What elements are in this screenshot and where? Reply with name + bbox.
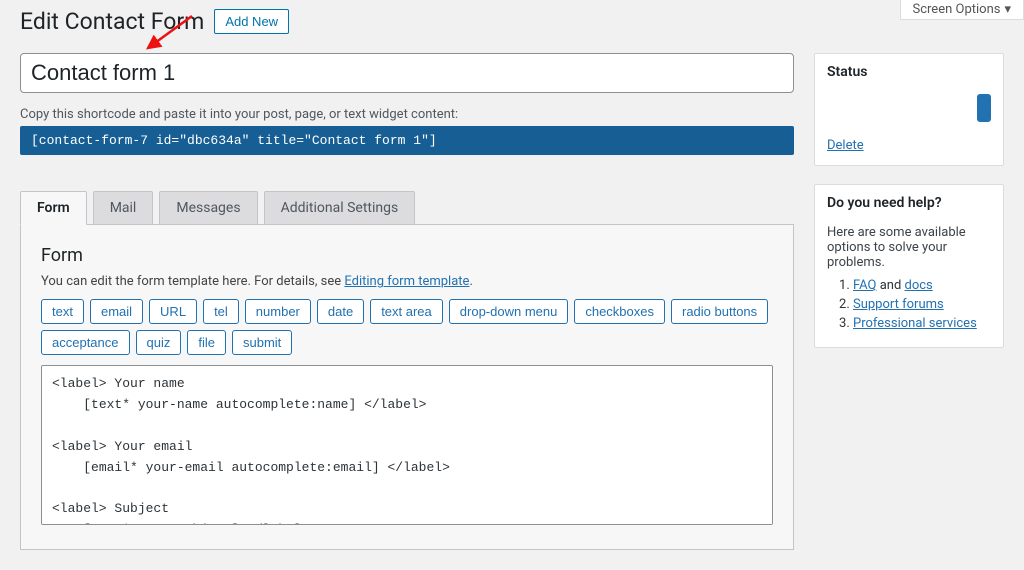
help-link[interactable]: docs bbox=[905, 278, 933, 293]
tag-email-button[interactable]: email bbox=[90, 299, 143, 324]
delete-link[interactable]: Delete bbox=[815, 130, 1003, 165]
tab-mail[interactable]: Mail bbox=[93, 191, 154, 224]
shortcode-field[interactable] bbox=[20, 126, 794, 155]
tab-messages[interactable]: Messages bbox=[159, 191, 257, 224]
form-panel-heading: Form bbox=[41, 245, 773, 266]
tab-additional-settings[interactable]: Additional Settings bbox=[264, 191, 416, 224]
tag-quiz-button[interactable]: quiz bbox=[136, 330, 182, 355]
chevron-down-icon: ▾ bbox=[1004, 2, 1011, 17]
help-item: FAQ and docs bbox=[853, 278, 991, 293]
tag-text-area-button[interactable]: text area bbox=[370, 299, 443, 324]
help-link[interactable]: Support forums bbox=[853, 297, 944, 312]
tabs-row: FormMailMessagesAdditional Settings bbox=[20, 191, 794, 225]
tag-drop-down-menu-button[interactable]: drop-down menu bbox=[449, 299, 569, 324]
tag-generator-row: textemailURLtelnumberdatetext areadrop-d… bbox=[41, 299, 773, 355]
form-desc-pre: You can edit the form template here. For… bbox=[41, 274, 344, 289]
help-intro: Here are some available options to solve… bbox=[827, 225, 991, 270]
tag-number-button[interactable]: number bbox=[245, 299, 311, 324]
help-link[interactable]: FAQ bbox=[853, 278, 876, 293]
status-box: Status Delete bbox=[814, 53, 1004, 166]
add-new-button[interactable]: Add New bbox=[214, 9, 289, 34]
tag-checkboxes-button[interactable]: checkboxes bbox=[574, 299, 665, 324]
help-link[interactable]: Professional services bbox=[853, 316, 977, 331]
help-item: Support forums bbox=[853, 297, 991, 312]
help-item: Professional services bbox=[853, 316, 991, 331]
help-box-title: Do you need help? bbox=[815, 185, 1003, 217]
screen-options-label: Screen Options bbox=[913, 2, 1001, 17]
page-title: Edit Contact Form bbox=[20, 8, 204, 35]
editing-template-link[interactable]: Editing form template bbox=[344, 274, 469, 289]
form-desc-post: . bbox=[469, 274, 472, 289]
tag-acceptance-button[interactable]: acceptance bbox=[41, 330, 130, 355]
form-title-input[interactable] bbox=[20, 53, 794, 93]
tag-tel-button[interactable]: tel bbox=[203, 299, 239, 324]
form-panel-description: You can edit the form template here. For… bbox=[41, 274, 773, 289]
help-box: Do you need help? Here are some availabl… bbox=[814, 184, 1004, 348]
tag-text-button[interactable]: text bbox=[41, 299, 84, 324]
shortcode-label: Copy this shortcode and paste it into yo… bbox=[20, 107, 794, 122]
save-button[interactable] bbox=[977, 94, 991, 122]
screen-options-button[interactable]: Screen Options ▾ bbox=[900, 0, 1024, 20]
tag-date-button[interactable]: date bbox=[317, 299, 364, 324]
help-list: FAQ and docs Support forums Professional s… bbox=[827, 278, 991, 331]
tab-form[interactable]: Form bbox=[20, 191, 87, 225]
form-panel: Form You can edit the form template here… bbox=[20, 225, 794, 550]
tag-submit-button[interactable]: submit bbox=[232, 330, 292, 355]
tag-url-button[interactable]: URL bbox=[149, 299, 197, 324]
form-template-textarea[interactable] bbox=[41, 365, 773, 525]
status-box-title: Status bbox=[815, 54, 1003, 86]
tag-radio-buttons-button[interactable]: radio buttons bbox=[671, 299, 768, 324]
tag-file-button[interactable]: file bbox=[187, 330, 226, 355]
